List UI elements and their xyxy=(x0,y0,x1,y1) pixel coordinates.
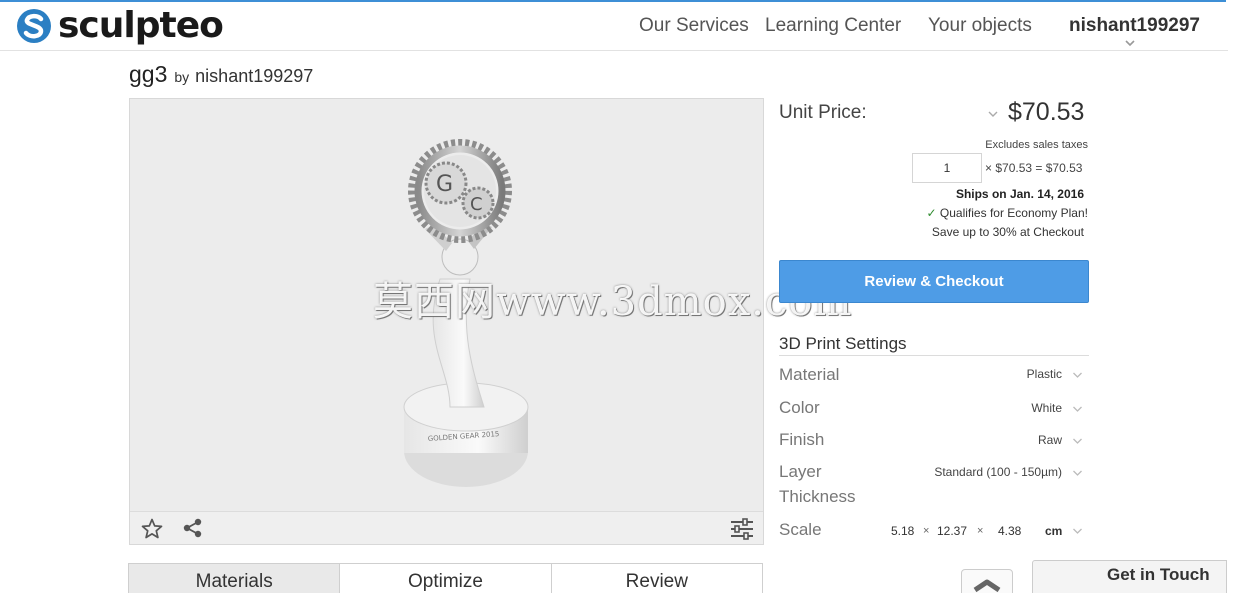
tab-materials[interactable]: Materials xyxy=(129,564,341,593)
times-sign: × xyxy=(923,525,930,537)
nav-learning-center[interactable]: Learning Center xyxy=(765,15,901,37)
layer-thickness-select[interactable]: Standard (100 - 150µm) xyxy=(934,465,1062,479)
chevron-down-icon[interactable] xyxy=(1072,405,1083,413)
star-icon[interactable] xyxy=(140,517,164,541)
help-widget-button[interactable] xyxy=(961,569,1013,593)
viewer-toolbar xyxy=(130,511,763,544)
nav-your-objects[interactable]: Your objects xyxy=(928,15,1032,37)
material-select[interactable]: Plastic xyxy=(1027,367,1062,381)
chat-bubble-icon xyxy=(973,579,1001,593)
divider xyxy=(779,355,1089,356)
save-note: Save up to 30% at Checkout xyxy=(931,225,1084,239)
get-in-touch-button[interactable]: Get in Touch xyxy=(1032,560,1227,593)
config-tabs: Materials Optimize Review xyxy=(128,563,763,593)
svg-text:G: G xyxy=(436,172,453,197)
scale-label: Scale xyxy=(779,520,822,539)
price-calculation: × $70.53 = $70.53 xyxy=(985,161,1083,175)
chevron-down-icon[interactable] xyxy=(988,110,998,118)
quantity-input[interactable]: 1 xyxy=(912,153,982,183)
layer-label: Layer xyxy=(779,462,822,481)
tab-review[interactable]: Review xyxy=(551,564,762,593)
scale-x-input[interactable]: 5.18 xyxy=(891,524,914,538)
ship-date: Ships on Jan. 14, 2016 xyxy=(955,187,1084,201)
object-title-row: gg3 by nishant199297 xyxy=(129,61,313,88)
print-settings-title: 3D Print Settings xyxy=(779,334,907,353)
sculpteo-logo-icon xyxy=(17,9,51,43)
times-sign: × xyxy=(977,525,984,537)
scale-unit-select[interactable]: cm xyxy=(1045,524,1062,538)
check-icon: ✓ xyxy=(926,206,937,220)
tab-optimize[interactable]: Optimize xyxy=(340,564,552,593)
3d-viewer[interactable]: GOLDEN GEAR 2015 G C 莫西网www.3dmox.com xyxy=(129,98,851,545)
object-title: gg3 xyxy=(129,61,168,87)
nav-our-services[interactable]: Our Services xyxy=(639,15,749,37)
logo-text: sculpteo xyxy=(58,5,224,46)
economy-plan-text: Qualifies for Economy Plan! xyxy=(939,206,1088,220)
author-link[interactable]: nishant199297 xyxy=(195,66,313,87)
chevron-down-icon[interactable] xyxy=(1072,371,1083,379)
chevron-down-icon[interactable] xyxy=(1072,437,1083,445)
unit-price-value: $70.53 xyxy=(1008,98,1085,126)
review-checkout-button[interactable]: Review & Checkout xyxy=(779,260,1089,303)
chevron-down-icon[interactable] xyxy=(1124,38,1136,48)
color-label: Color xyxy=(779,398,820,417)
economy-plan-note: ✓ Qualifies for Economy Plan! xyxy=(927,206,1088,220)
logo[interactable]: sculpteo xyxy=(16,5,224,46)
unit-price-label: Unit Price: xyxy=(779,102,867,123)
site-header: sculpteo Our Services Learning Center Yo… xyxy=(0,2,1228,51)
material-label: Material xyxy=(779,365,840,384)
color-select[interactable]: White xyxy=(1031,401,1062,415)
share-icon[interactable] xyxy=(182,517,204,539)
scale-y-input[interactable]: 12.37 xyxy=(937,524,967,538)
scale-z-input[interactable]: 4.38 xyxy=(998,524,1021,538)
svg-text:C: C xyxy=(470,194,483,215)
by-label: by xyxy=(174,69,190,85)
chevron-down-icon[interactable] xyxy=(1072,527,1083,535)
thickness-label: Thickness xyxy=(779,487,856,506)
finish-label: Finish xyxy=(779,430,825,449)
taxes-note: Excludes sales taxes xyxy=(985,139,1088,151)
user-menu[interactable]: nishant199297 xyxy=(1069,15,1200,37)
chevron-down-icon[interactable] xyxy=(1072,469,1083,477)
settings-sliders-icon[interactable] xyxy=(729,517,755,541)
finish-select[interactable]: Raw xyxy=(1038,433,1062,447)
